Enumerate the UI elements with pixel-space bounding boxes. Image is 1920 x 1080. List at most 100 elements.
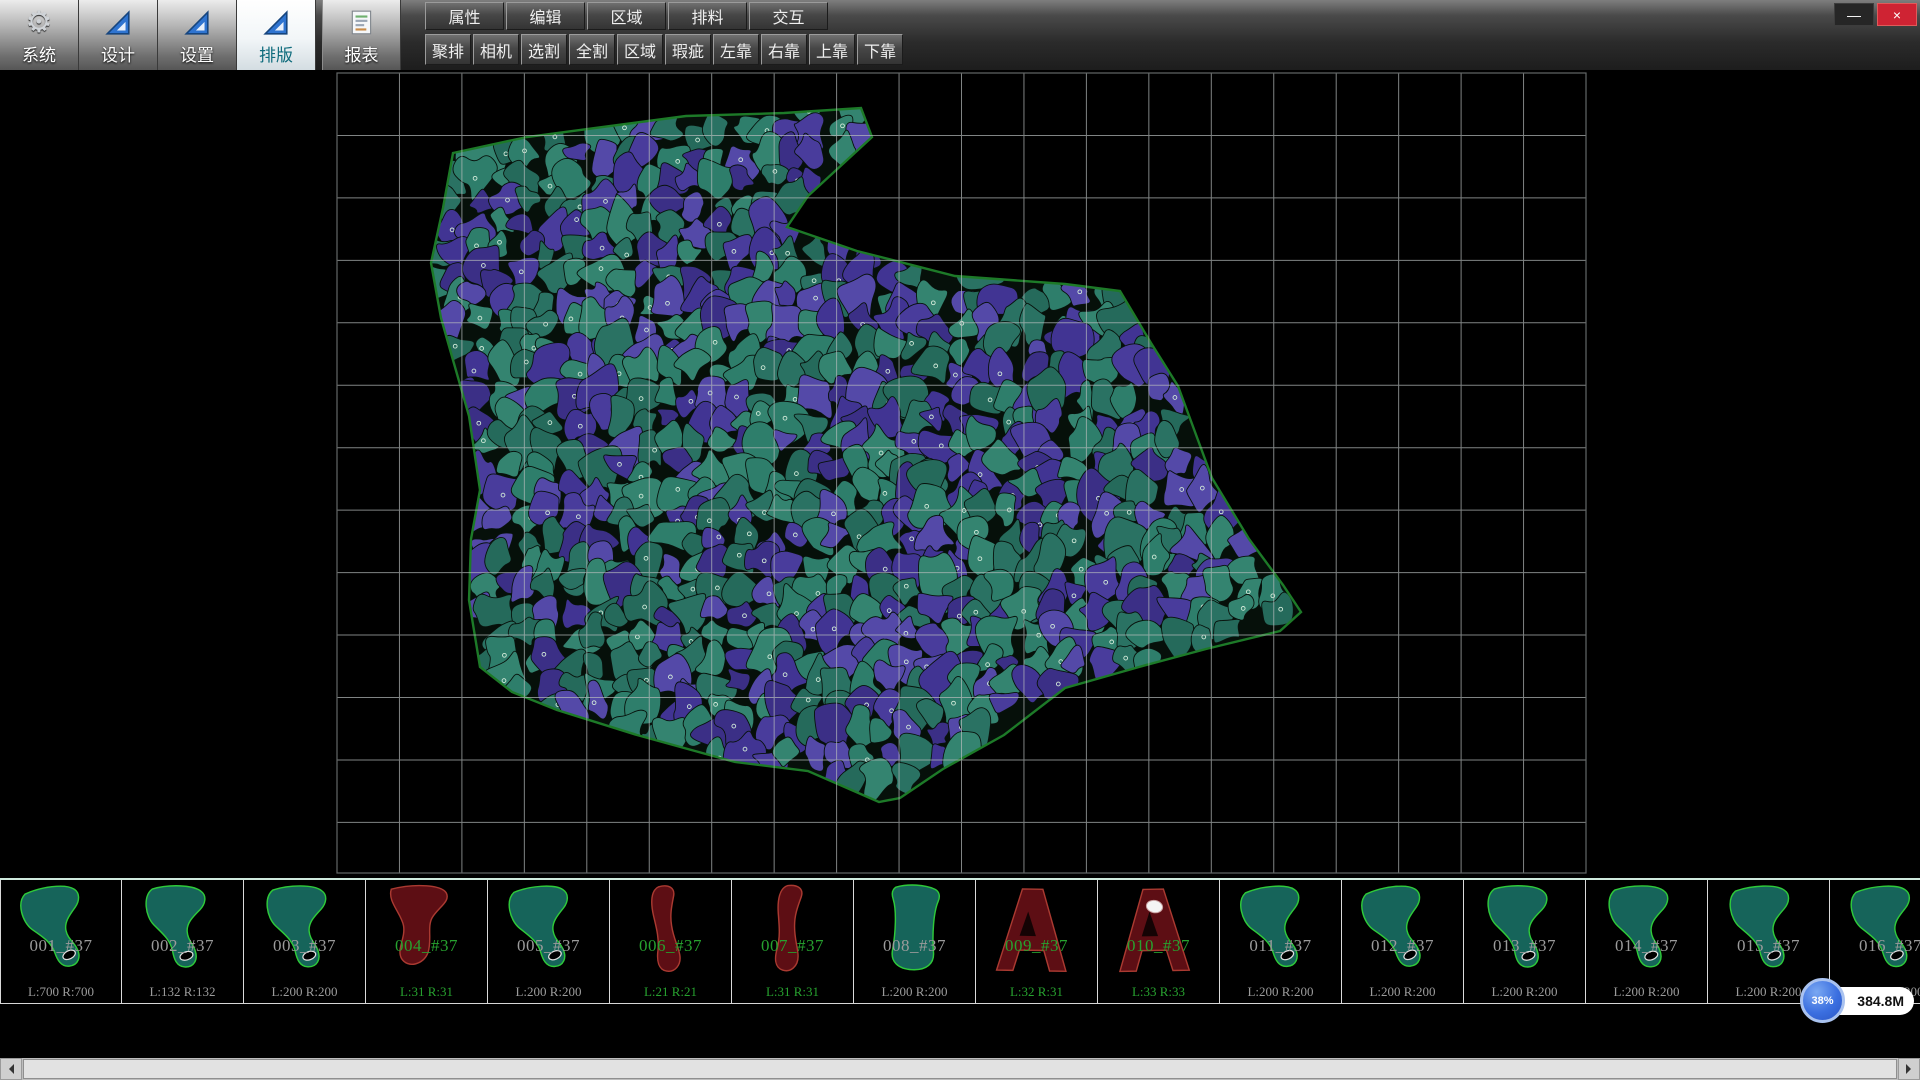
piece-lr-count: L:700 R:700 xyxy=(1,984,121,1000)
piece-shape xyxy=(1107,881,1209,983)
tool-button-cut-all[interactable]: 全割 xyxy=(569,34,615,65)
tool-button-align-left[interactable]: 左靠 xyxy=(713,34,759,65)
piece-lr-count: L:21 R:21 xyxy=(610,984,731,1000)
piece-name: 007_#37 xyxy=(732,936,853,956)
app-tab-label: 系统 xyxy=(22,41,56,66)
memory-widget: 384.8M 38% xyxy=(1800,978,1918,1024)
piece-name: 006_#37 xyxy=(610,936,731,956)
app-tab-label: 报表 xyxy=(345,41,379,66)
nesting-canvas[interactable] xyxy=(0,70,1920,878)
piece-name: 004_#37 xyxy=(366,936,487,956)
tool-button-align-top[interactable]: 上靠 xyxy=(809,34,855,65)
left-triangle-icon xyxy=(4,1064,14,1074)
piece-lr-count: L:132 R:132 xyxy=(122,984,243,1000)
window-controls: — × xyxy=(1834,3,1917,26)
scroll-thumb[interactable] xyxy=(23,1059,1897,1079)
piece-shape xyxy=(741,881,843,983)
app-tab-label: 排版 xyxy=(259,41,293,66)
piece-thumb-002[interactable]: 002_#37 L:132 R:132 xyxy=(122,880,244,1003)
piece-thumb-003[interactable]: 003_#37 L:200 R:200 xyxy=(244,880,366,1003)
app-tab-settings[interactable]: 设置 xyxy=(158,0,237,70)
piece-shape xyxy=(131,881,233,983)
horizontal-scrollbar[interactable] xyxy=(0,1058,1920,1080)
piece-thumb-004[interactable]: 004_#37 L:31 R:31 xyxy=(366,880,488,1003)
scroll-right-arrow[interactable] xyxy=(1898,1058,1920,1080)
tool-button-camera[interactable]: 相机 xyxy=(473,34,519,65)
menu-tab-properties[interactable]: 属性 xyxy=(425,2,504,30)
piece-name: 002_#37 xyxy=(122,936,243,956)
tool-button-defect[interactable]: 瑕疵 xyxy=(665,34,711,65)
menu-tab-row: 属性编辑区域排料交互 xyxy=(425,2,903,30)
menu-area: 属性编辑区域排料交互 聚排相机选割全割区域瑕疵左靠右靠上靠下靠 xyxy=(425,0,903,65)
app-window: ⚙系统设计设置排版报表 属性编辑区域排料交互 聚排相机选割全割区域瑕疵左靠右靠上… xyxy=(0,0,1920,1080)
menu-tab-region[interactable]: 区域 xyxy=(587,2,666,30)
tool-button-region[interactable]: 区域 xyxy=(617,34,663,65)
piece-name: 012_#37 xyxy=(1342,936,1463,956)
app-tab-label: 设置 xyxy=(180,41,214,66)
tool-button-align-right[interactable]: 右靠 xyxy=(761,34,807,65)
menu-tab-edit[interactable]: 编辑 xyxy=(506,2,585,30)
set-square-icon xyxy=(183,5,211,41)
piece-shape xyxy=(497,881,599,983)
set-square-icon xyxy=(262,5,290,41)
piece-name: 013_#37 xyxy=(1464,936,1585,956)
grid-layer xyxy=(337,73,1586,873)
piece-thumb-008[interactable]: 008_#37L:200 R:200 xyxy=(854,880,976,1003)
piece-name: 009_#37 xyxy=(976,936,1097,956)
piece-shape xyxy=(619,881,721,983)
piece-thumb-005[interactable]: 005_#37 L:200 R:200 xyxy=(488,880,610,1003)
piece-name: 003_#37 xyxy=(244,936,365,956)
piece-name: 016_#37 xyxy=(1830,936,1920,956)
piece-lr-count: L:200 R:200 xyxy=(854,984,975,1000)
tool-button-select-cut[interactable]: 选割 xyxy=(521,34,567,65)
title-bar: ⚙系统设计设置排版报表 属性编辑区域排料交互 聚排相机选割全割区域瑕疵左靠右靠上… xyxy=(0,0,1920,70)
tool-button-align-bottom[interactable]: 下靠 xyxy=(857,34,903,65)
piece-thumb-013[interactable]: 013_#37 L:200 R:200 xyxy=(1464,880,1586,1003)
app-tab-system[interactable]: ⚙系统 xyxy=(0,0,79,70)
menu-tab-nesting[interactable]: 排料 xyxy=(668,2,747,30)
piece-thumb-014[interactable]: 014_#37L:200 R:200 xyxy=(1586,880,1708,1003)
piece-shape xyxy=(863,881,965,983)
gear-icon: ⚙ xyxy=(26,5,53,41)
piece-thumb-011[interactable]: 011_#37L:200 R:200 xyxy=(1220,880,1342,1003)
piece-shape xyxy=(253,881,355,983)
piece-thumb-010[interactable]: 010_#37 L:33 R:33 xyxy=(1098,880,1220,1003)
piece-thumb-007[interactable]: 007_#37L:31 R:31 xyxy=(732,880,854,1003)
piece-shape xyxy=(1839,881,1920,983)
pieces-panel: 001_#37L:700 R:700002_#37L:132 R:132003_… xyxy=(0,878,1920,1004)
piece-shape xyxy=(1473,881,1575,983)
close-button[interactable]: × xyxy=(1877,3,1917,26)
piece-lr-count: L:32 R:31 xyxy=(976,984,1097,1000)
piece-thumb-006[interactable]: 006_#37 L:21 R:21 xyxy=(610,880,732,1003)
tool-button-cluster-nest[interactable]: 聚排 xyxy=(425,34,471,65)
report-icon xyxy=(349,5,375,41)
piece-shape xyxy=(1717,881,1819,983)
app-launcher-bar: ⚙系统设计设置排版报表 xyxy=(0,0,401,70)
piece-shape xyxy=(375,881,477,983)
app-tab-label: 设计 xyxy=(101,41,135,66)
piece-shape xyxy=(985,881,1087,983)
piece-lr-count: L:31 R:31 xyxy=(366,984,487,1000)
app-tab-layout[interactable]: 排版 xyxy=(237,0,316,70)
piece-lr-count: L:200 R:200 xyxy=(244,984,365,1000)
piece-thumb-009[interactable]: 009_#37 L:32 R:31 xyxy=(976,880,1098,1003)
piece-lr-count: L:200 R:200 xyxy=(1220,984,1341,1000)
piece-shape xyxy=(1595,881,1697,983)
piece-name: 014_#37 xyxy=(1586,936,1707,956)
scroll-left-arrow[interactable] xyxy=(0,1058,22,1080)
app-tab-report[interactable]: 报表 xyxy=(322,0,401,70)
menu-tab-interact[interactable]: 交互 xyxy=(749,2,828,30)
piece-thumb-001[interactable]: 001_#37 L:700 R:700 xyxy=(0,880,122,1003)
piece-thumb-012[interactable]: 012_#37L:200 R:200 xyxy=(1342,880,1464,1003)
piece-name: 005_#37 xyxy=(488,936,609,956)
set-square-icon xyxy=(104,5,132,41)
right-triangle-icon xyxy=(1906,1064,1916,1074)
minimize-button[interactable]: — xyxy=(1834,3,1874,26)
piece-name: 001_#37 xyxy=(1,936,121,956)
piece-lr-count: L:200 R:200 xyxy=(1464,984,1585,1000)
piece-shape xyxy=(10,881,112,983)
piece-lr-count: L:33 R:33 xyxy=(1098,984,1219,1000)
piece-lr-count: L:200 R:200 xyxy=(488,984,609,1000)
piece-name: 010_#37 xyxy=(1098,936,1219,956)
app-tab-design[interactable]: 设计 xyxy=(79,0,158,70)
